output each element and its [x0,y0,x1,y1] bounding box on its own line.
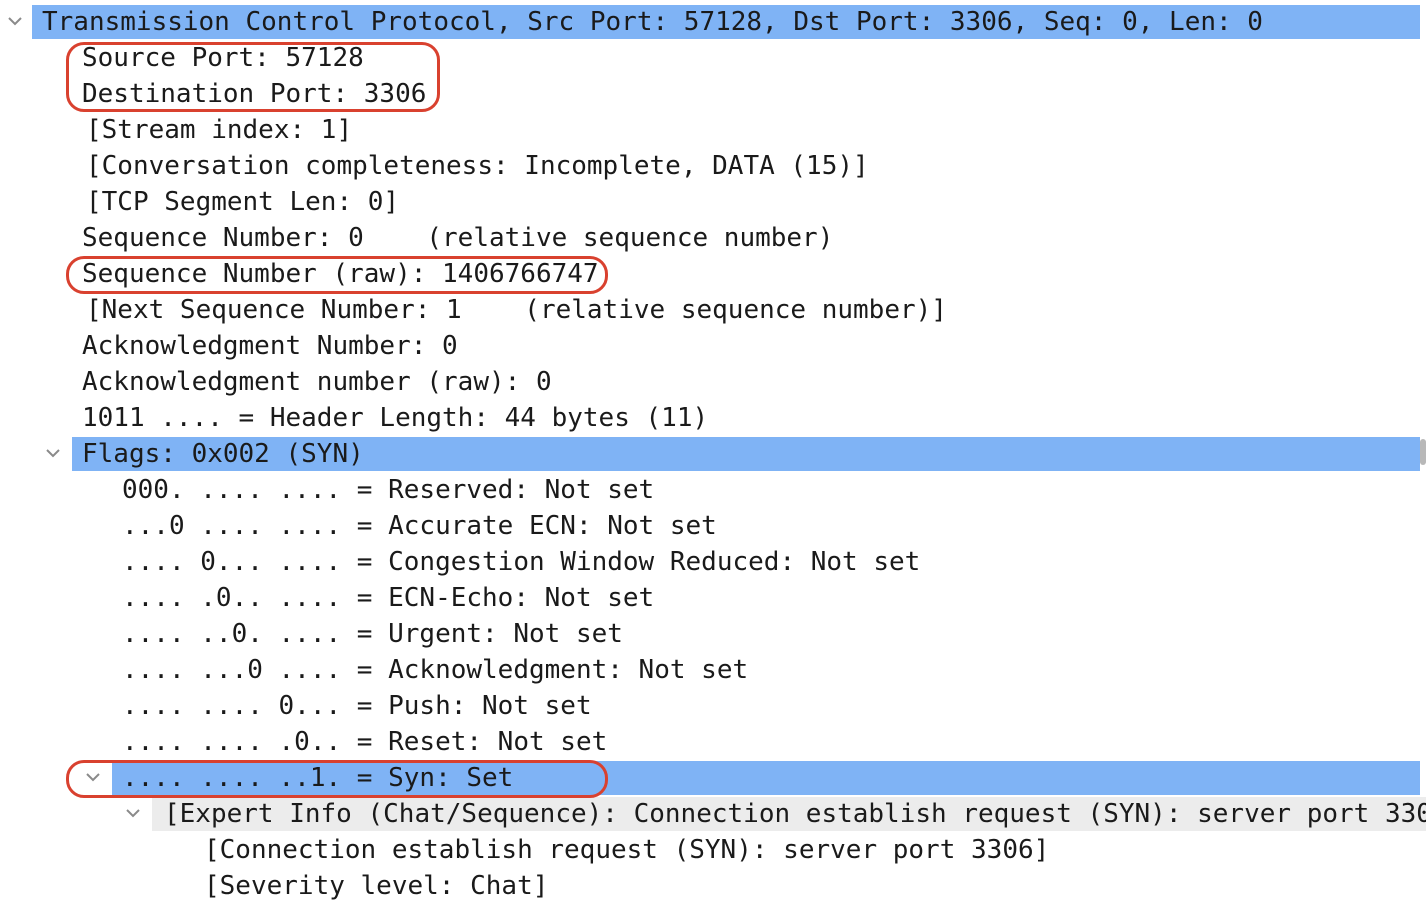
tree-row-label: Flags: 0x002 (SYN) [82,439,364,469]
chevron-down-icon[interactable] [86,772,100,782]
tree-row-label: .... .0.. .... = ECN-Echo: Not set [122,583,655,613]
tree-row-header-length[interactable]: 1011 .... = Header Length: 44 bytes (11) [0,400,1426,436]
tree-row-label: .... .... ..1. = Syn: Set [122,763,514,793]
tree-row-label: .... 0... .... = Congestion Window Reduc… [122,547,921,577]
tree-row-tcp-header[interactable]: Transmission Control Protocol, Src Port:… [0,4,1426,40]
tree-row-label: ...0 .... .... = Accurate ECN: Not set [122,511,717,541]
tree-row-expert-message[interactable]: [Connection establish request (SYN): ser… [0,832,1426,868]
tree-row-label: [Connection establish request (SYN): ser… [204,835,1050,865]
tree-row-label: [Conversation completeness: Incomplete, … [86,151,869,181]
scrollbar-thumb[interactable] [1420,439,1426,465]
tree-row-flag-syn[interactable]: .... .... ..1. = Syn: Set [0,760,1426,796]
tree-row-label: .... .... 0... = Push: Not set [122,691,592,721]
tree-row-label: Destination Port: 3306 [82,79,427,109]
chevron-down-icon[interactable] [8,16,22,26]
tree-row-label: [Severity level: Chat] [204,871,549,901]
tree-row-label: Acknowledgment number (raw): 0 [82,367,552,397]
tree-row-stream-index[interactable]: [Stream index: 1] [0,112,1426,148]
tree-row-sequence-number[interactable]: Sequence Number: 0 (relative sequence nu… [0,220,1426,256]
tree-row-segment-len[interactable]: [TCP Segment Len: 0] [0,184,1426,220]
tree-row-flag-reset[interactable]: .... .... .0.. = Reset: Not set [0,724,1426,760]
tree-row-expert-info[interactable]: [Expert Info (Chat/Sequence): Connection… [0,796,1426,832]
tree-row-label: 1011 .... = Header Length: 44 bytes (11) [82,403,709,433]
tree-row-flag-ecn-echo[interactable]: .... .0.. .... = ECN-Echo: Not set [0,580,1426,616]
tree-row-flag-accurate-ecn[interactable]: ...0 .... .... = Accurate ECN: Not set [0,508,1426,544]
tree-row-label: [TCP Segment Len: 0] [86,187,400,217]
tree-row-source-port[interactable]: Source Port: 57128 [0,40,1426,76]
tree-row-label: [Stream index: 1] [86,115,353,145]
tree-row-label: Sequence Number: 0 (relative sequence nu… [82,223,834,253]
tree-row-destination-port[interactable]: Destination Port: 3306 [0,76,1426,112]
tree-row-label: Source Port: 57128 [82,43,364,73]
chevron-down-icon[interactable] [126,808,140,818]
tree-row-label: 000. .... .... = Reserved: Not set [122,475,655,505]
packet-details-tree[interactable]: Transmission Control Protocol, Src Port:… [0,4,1426,904]
tree-row-expert-severity[interactable]: [Severity level: Chat] [0,868,1426,904]
tree-row-flag-urgent[interactable]: .... ..0. .... = Urgent: Not set [0,616,1426,652]
tree-row-label: .... ...0 .... = Acknowledgment: Not set [122,655,749,685]
tree-row-label: [Next Sequence Number: 1 (relative seque… [86,295,947,325]
tree-row-flags[interactable]: Flags: 0x002 (SYN) [0,436,1426,472]
chevron-down-icon[interactable] [46,448,60,458]
tree-row-flag-cwr[interactable]: .... 0... .... = Congestion Window Reduc… [0,544,1426,580]
tree-row-label: [Expert Info (Chat/Sequence): Connection… [164,799,1426,829]
tree-row-ack-number-raw[interactable]: Acknowledgment number (raw): 0 [0,364,1426,400]
tree-row-label: .... .... .0.. = Reset: Not set [122,727,608,757]
tree-row-flag-reserved[interactable]: 000. .... .... = Reserved: Not set [0,472,1426,508]
tree-row-label: .... ..0. .... = Urgent: Not set [122,619,623,649]
tree-row-conversation-completeness[interactable]: [Conversation completeness: Incomplete, … [0,148,1426,184]
tree-row-label: Sequence Number (raw): 1406766747 [82,259,599,289]
tree-row-flag-ack[interactable]: .... ...0 .... = Acknowledgment: Not set [0,652,1426,688]
tree-row-next-sequence-number[interactable]: [Next Sequence Number: 1 (relative seque… [0,292,1426,328]
tree-row-sequence-number-raw[interactable]: Sequence Number (raw): 1406766747 [0,256,1426,292]
tree-row-label: Transmission Control Protocol, Src Port:… [42,7,1263,37]
tree-row-label: Acknowledgment Number: 0 [82,331,458,361]
tree-row-ack-number[interactable]: Acknowledgment Number: 0 [0,328,1426,364]
tree-row-flag-push[interactable]: .... .... 0... = Push: Not set [0,688,1426,724]
